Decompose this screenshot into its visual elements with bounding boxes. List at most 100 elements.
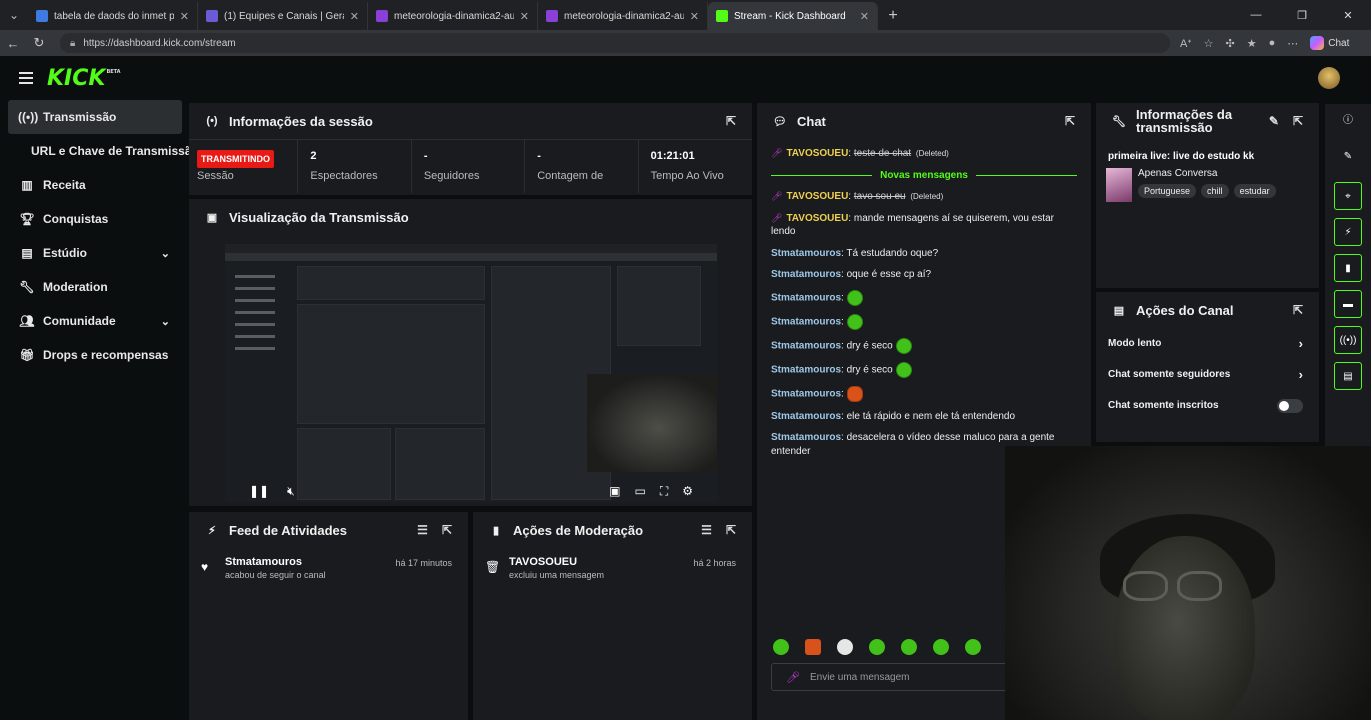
sidebar-item-conquistas[interactable]: 🏆︎ Conquistas bbox=[8, 202, 182, 236]
kick-logo[interactable]: KICKBETA bbox=[47, 66, 121, 91]
popout-icon[interactable]: ⇱ bbox=[726, 523, 736, 537]
sidebar-item-url-chave[interactable]: URL e Chave de Transmissão bbox=[8, 134, 199, 168]
browser-tab[interactable]: meteorologia-dinamica2-aula07- ✕ bbox=[368, 2, 538, 30]
minimize-icon[interactable]: — bbox=[1233, 0, 1279, 30]
sidebar-item-drops[interactable]: 🎁︎ Drops e recompensas bbox=[8, 338, 182, 372]
emote-icon[interactable] bbox=[773, 639, 789, 655]
mic-badge-icon: 🎤︎ bbox=[786, 671, 800, 684]
panel-header: ⚡︎ Feed de Atividades ☰ ⇱ bbox=[189, 512, 468, 548]
emote-icon[interactable] bbox=[869, 639, 885, 655]
chat-username[interactable]: TAVOSOUEU bbox=[786, 191, 848, 202]
extensions-icon[interactable]: ✣ bbox=[1226, 37, 1235, 50]
favorite-star-icon[interactable]: ☆ bbox=[1204, 37, 1214, 50]
back-icon[interactable]: ← bbox=[0, 36, 26, 51]
settings-gear-icon[interactable]: ⚙ bbox=[682, 484, 693, 499]
edit-pencil-icon[interactable]: ✎ bbox=[1334, 142, 1362, 170]
focus-icon[interactable]: ⌖ bbox=[1334, 182, 1362, 210]
sidebar-item-estudio[interactable]: ▤ Estúdio ⌄ bbox=[8, 236, 182, 270]
pip-icon[interactable]: ▣ bbox=[609, 484, 620, 499]
stream-video-player[interactable]: ❚❚ 🔇︎ ▣ ▭ ⛶ ⚙ bbox=[225, 244, 717, 502]
new-tab-icon[interactable]: + bbox=[878, 2, 908, 30]
chat-bubble-icon: 💬︎ bbox=[773, 115, 787, 128]
emote-icon[interactable] bbox=[901, 639, 917, 655]
read-aloud-icon[interactable]: Aᐩ bbox=[1180, 37, 1192, 50]
category-name[interactable]: Apenas Conversa bbox=[1138, 168, 1276, 179]
action-followers-only[interactable]: Chat somente seguidores › bbox=[1096, 359, 1319, 390]
chat-message: Stmatamouros: dry é seco bbox=[771, 337, 1077, 354]
browser-tab[interactable]: meteorologia-dinamica2-aula06- ✕ bbox=[538, 2, 708, 30]
close-tab-icon[interactable]: ✕ bbox=[520, 10, 529, 23]
emote-icon[interactable] bbox=[933, 639, 949, 655]
popout-icon[interactable]: ⇱ bbox=[442, 523, 452, 537]
chat-username[interactable]: TAVOSOUEU bbox=[786, 148, 848, 159]
sidebar-item-label: Comunidade bbox=[43, 314, 116, 328]
chat-username[interactable]: Stmatamouros bbox=[771, 364, 841, 375]
broadcast-icon[interactable]: ((•)) bbox=[1334, 326, 1362, 354]
filter-icon[interactable]: ☰ bbox=[701, 523, 712, 537]
chat-username[interactable]: Stmatamouros bbox=[771, 388, 841, 399]
stat-value: 2 bbox=[310, 150, 317, 162]
chat-username[interactable]: Stmatamouros bbox=[771, 340, 841, 351]
chat-username[interactable]: Stmatamouros bbox=[771, 432, 841, 443]
chat-username[interactable]: Stmatamouros bbox=[771, 316, 841, 327]
url-field[interactable]: 🔒︎ https://dashboard.kick.com/stream bbox=[60, 33, 1170, 53]
popout-icon[interactable]: ⇱ bbox=[1065, 114, 1075, 128]
close-tab-icon[interactable]: ✕ bbox=[180, 10, 189, 23]
emote-icon[interactable] bbox=[965, 639, 981, 655]
popout-icon[interactable]: ⇱ bbox=[1293, 114, 1303, 128]
chat-message: 🎤︎ TAVOSOUEU: tavo sou eu (Deleted) bbox=[771, 191, 944, 202]
chat-username[interactable]: Stmatamouros bbox=[771, 269, 841, 280]
tab-actions-menu-icon[interactable]: ⌄ bbox=[0, 0, 28, 30]
close-window-icon[interactable]: ✕ bbox=[1325, 0, 1371, 30]
tag-chip: estudar bbox=[1233, 184, 1276, 198]
sidebar-item-label: Drops e recompensas bbox=[43, 348, 169, 362]
favorites-icon[interactable]: ★ bbox=[1247, 37, 1257, 50]
close-tab-icon[interactable]: ✕ bbox=[350, 10, 359, 23]
emote-icon[interactable] bbox=[837, 639, 853, 655]
stream-category: Apenas Conversa Portuguese chill estudar bbox=[1096, 162, 1319, 202]
close-tab-icon[interactable]: ✕ bbox=[860, 10, 869, 23]
sidebar-item-transmissao[interactable]: ((•)) Transmissão bbox=[8, 100, 182, 134]
emote-icon[interactable] bbox=[805, 639, 821, 655]
close-tab-icon[interactable]: ✕ bbox=[690, 10, 699, 23]
more-options-icon[interactable]: ⋯ bbox=[1287, 37, 1298, 50]
chat-username[interactable]: Stmatamouros bbox=[771, 248, 841, 259]
sidebar-item-receita[interactable]: ▥ Receita bbox=[8, 168, 182, 202]
maximize-icon[interactable]: ❐ bbox=[1279, 0, 1325, 30]
fullscreen-icon[interactable]: ⛶ bbox=[660, 484, 668, 499]
action-slow-mode[interactable]: Modo lento › bbox=[1096, 328, 1319, 359]
mute-icon[interactable]: 🔇︎ bbox=[287, 484, 295, 499]
panel-title: Visualização da Transmissão bbox=[229, 209, 409, 225]
info-icon[interactable]: ⓘ bbox=[1334, 104, 1362, 132]
popout-icon[interactable]: ⇱ bbox=[1293, 303, 1303, 317]
document-icon[interactable]: ▮ bbox=[1334, 254, 1362, 282]
refresh-icon[interactable]: ↻ bbox=[26, 35, 52, 51]
filter-icon[interactable]: ☰ bbox=[417, 523, 428, 537]
user-avatar[interactable] bbox=[1318, 67, 1340, 89]
mod-action-user[interactable]: TAVOSOUEU bbox=[509, 556, 604, 568]
chat-username[interactable]: TAVOSOUEU bbox=[786, 213, 848, 224]
subscribers-only-toggle[interactable] bbox=[1277, 398, 1303, 413]
stream-info-panel: 🔧︎ Informações da transmissão ✎ ⇱ primeira … bbox=[1096, 103, 1319, 288]
sidebar-item-label: Estúdio bbox=[43, 246, 87, 260]
profile-icon[interactable]: ● bbox=[1269, 37, 1276, 49]
layout-icon[interactable]: ▤ bbox=[1334, 362, 1362, 390]
theater-mode-icon[interactable]: ▭ bbox=[634, 484, 645, 499]
chat-username[interactable]: Stmatamouros bbox=[771, 411, 841, 422]
sidebar-item-comunidade[interactable]: 👥︎ Comunidade ⌄ bbox=[8, 304, 182, 338]
chat-bubble-icon[interactable]: ▬ bbox=[1334, 290, 1362, 318]
chat-username[interactable]: Stmatamouros bbox=[771, 292, 841, 303]
browser-tab[interactable]: tabela de daods do inmet para ch ✕ bbox=[28, 2, 198, 30]
browser-tab[interactable]: (1) Equipes e Canais | Geral | Micro ✕ bbox=[198, 2, 368, 30]
session-stats: TRANSMITINDO Sessão 2 Espectadores - Seguid… bbox=[189, 139, 752, 193]
copilot-button[interactable]: Chat bbox=[1310, 36, 1349, 50]
hamburger-menu-icon[interactable] bbox=[19, 72, 33, 84]
bolt-icon[interactable]: ⚡︎ bbox=[1334, 218, 1362, 246]
chat-input[interactable]: 🎤︎ Envie uma mensagem bbox=[771, 663, 1019, 691]
browser-tab-active[interactable]: Stream - Kick Dashboard ✕ bbox=[708, 2, 878, 30]
edit-pencil-icon[interactable]: ✎ bbox=[1269, 114, 1279, 128]
pause-icon[interactable]: ❚❚ bbox=[249, 484, 269, 498]
popout-icon[interactable]: ⇱ bbox=[726, 114, 736, 128]
sidebar-item-moderation[interactable]: 🔧︎ Moderation bbox=[8, 270, 182, 304]
feed-item-user[interactable]: Stmatamouros bbox=[225, 556, 326, 568]
